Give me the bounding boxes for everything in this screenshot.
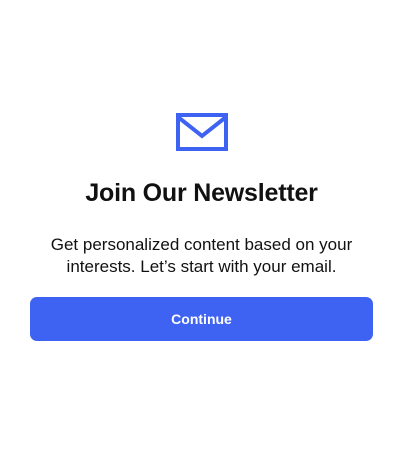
newsletter-page: Join Our Newsletter Get personalized con… <box>0 0 403 450</box>
newsletter-subtitle: Get personalized content based on your i… <box>50 235 353 276</box>
envelope-icon <box>175 110 229 154</box>
newsletter-card: Join Our Newsletter Get personalized con… <box>30 110 373 341</box>
continue-button[interactable]: Continue <box>30 297 373 341</box>
newsletter-title: Join Our Newsletter <box>85 179 318 207</box>
